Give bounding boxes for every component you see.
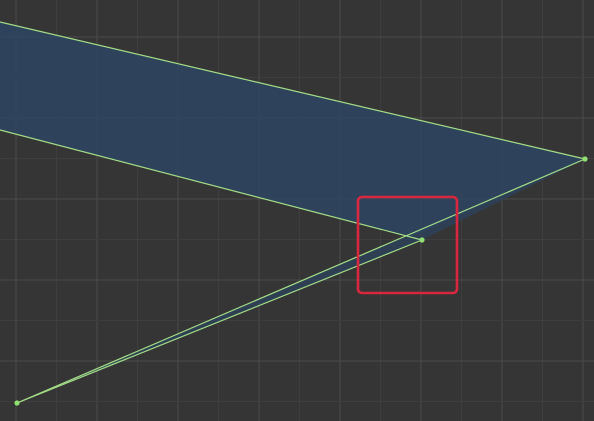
editor-viewport[interactable] (0, 0, 594, 421)
vertex-bottom-left (14, 400, 20, 406)
vertex-center (419, 237, 425, 243)
viewport-canvas[interactable] (0, 0, 594, 421)
vertex-right (582, 156, 588, 162)
edge-short-diagonal (16, 239, 423, 404)
mesh-face-upper[interactable] (0, 22, 585, 237)
